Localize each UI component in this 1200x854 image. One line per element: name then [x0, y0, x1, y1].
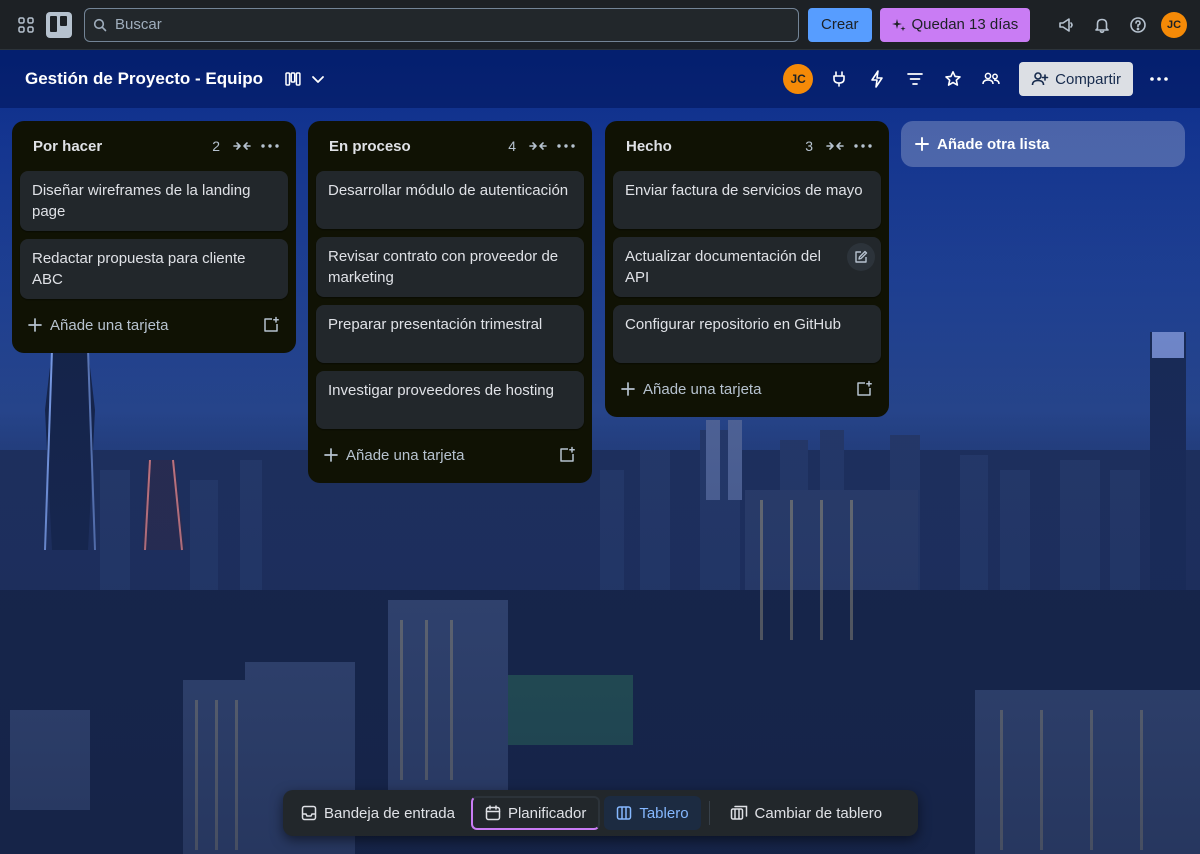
inbox-icon: [301, 805, 317, 821]
create-from-template-icon[interactable]: [262, 316, 280, 334]
share-label: Compartir: [1055, 70, 1121, 88]
filter-icon[interactable]: [899, 63, 931, 95]
share-button[interactable]: Compartir: [1019, 62, 1133, 96]
list-header: Por hacer 2: [20, 121, 288, 171]
card-hovered[interactable]: Actualizar documentación del API: [613, 237, 881, 297]
switch-board-label: Cambiar de tablero: [754, 804, 883, 822]
plus-icon: [915, 137, 929, 151]
board-member-avatar[interactable]: JC: [783, 64, 814, 94]
search-icon: [93, 18, 107, 31]
card[interactable]: Desarrollar módulo de autenticación: [316, 171, 584, 229]
board-view-icon: [285, 72, 301, 86]
create-from-template-icon[interactable]: [558, 446, 576, 464]
app-switcher-icon[interactable]: [10, 9, 42, 41]
board-tab[interactable]: Tablero: [604, 796, 701, 830]
calendar-icon: [485, 805, 501, 821]
add-list-label: Añade otra lista: [937, 135, 1050, 153]
add-person-icon: [1031, 72, 1049, 86]
board-icon: [617, 806, 632, 820]
list-actions-more-icon[interactable]: [552, 132, 580, 160]
add-card-button[interactable]: Añade una tarjeta: [20, 307, 288, 343]
trial-days-label: Quedan 13 días: [911, 16, 1019, 33]
inbox-tab[interactable]: Bandeja de entrada: [289, 796, 467, 830]
list-title[interactable]: Por hacer: [33, 138, 212, 155]
top-navigation-bar: Crear Quedan 13 días: [0, 0, 1200, 50]
add-card-button[interactable]: Añade una tarjeta: [613, 371, 881, 407]
plus-icon: [324, 448, 338, 462]
list-header: Hecho 3: [613, 121, 881, 171]
board-view-switcher[interactable]: [285, 72, 325, 86]
account-avatar[interactable]: JC: [1158, 9, 1190, 41]
visibility-members-icon[interactable]: [975, 63, 1007, 95]
add-card-label: Añade una tarjeta: [50, 316, 169, 334]
search-input[interactable]: [115, 16, 790, 33]
list-hecho: Hecho 3 Enviar factura de servicios de m…: [605, 121, 889, 417]
board-title[interactable]: Gestión de Proyecto - Equipo: [25, 69, 263, 89]
create-button[interactable]: Crear: [808, 7, 872, 42]
switcher-divider: [708, 801, 710, 825]
list-card-count: 3: [805, 138, 813, 154]
card[interactable]: Redactar propuesta para cliente ABC: [20, 239, 288, 299]
announcements-icon[interactable]: [1050, 9, 1082, 41]
add-card-label: Añade una tarjeta: [643, 380, 762, 398]
star-icon[interactable]: [937, 63, 969, 95]
automation-lightning-icon[interactable]: [861, 63, 893, 95]
sparkle-icon: [891, 18, 906, 31]
card[interactable]: Revisar contrato con proveedor de market…: [316, 237, 584, 297]
collapse-list-icon[interactable]: [821, 132, 849, 160]
list-header: En proceso 4: [316, 121, 584, 171]
notifications-bell-icon[interactable]: [1086, 9, 1118, 41]
bottom-view-switcher: Bandeja de entrada Planificador Tablero …: [283, 790, 918, 836]
add-card-button[interactable]: Añade una tarjeta: [316, 437, 584, 473]
search-box[interactable]: [84, 7, 799, 42]
list-por-hacer: Por hacer 2 Diseñar wireframes de la lan…: [12, 121, 296, 353]
card[interactable]: Preparar presentación trimestral: [316, 305, 584, 363]
plus-icon: [621, 382, 635, 396]
planner-label: Planificador: [507, 804, 587, 822]
avatar-initials: JC: [1161, 11, 1187, 38]
board-menu-more-icon[interactable]: [1143, 63, 1175, 95]
trello-logo-icon[interactable]: [46, 11, 72, 38]
card[interactable]: Investigar proveedores de hosting: [316, 371, 584, 429]
add-card-label: Añade una tarjeta: [346, 446, 465, 464]
card[interactable]: Diseñar wireframes de la landing page: [20, 171, 288, 231]
list-title[interactable]: Hecho: [626, 138, 805, 155]
card-title: Actualizar documentación del API: [625, 248, 821, 286]
list-actions-more-icon[interactable]: [256, 132, 284, 160]
card[interactable]: Configurar repositorio en GitHub: [613, 305, 881, 363]
trial-days-button[interactable]: Quedan 13 días: [879, 7, 1031, 42]
board-header: Gestión de Proyecto - Equipo JC Comparti…: [0, 50, 1200, 108]
help-icon[interactable]: [1122, 9, 1154, 41]
collapse-list-icon[interactable]: [524, 132, 552, 160]
plus-icon: [28, 318, 42, 332]
create-from-template-icon[interactable]: [855, 380, 873, 398]
power-ups-icon[interactable]: [823, 63, 855, 95]
edit-card-pencil-icon[interactable]: [847, 243, 875, 271]
list-actions-more-icon[interactable]: [849, 132, 877, 160]
switch-board-tab[interactable]: Cambiar de tablero: [718, 796, 895, 830]
list-card-count: 4: [508, 138, 516, 154]
chevron-down-icon: [312, 76, 324, 83]
board-label: Tablero: [639, 804, 689, 822]
inbox-label: Bandeja de entrada: [324, 804, 455, 822]
collapse-list-icon[interactable]: [228, 132, 256, 160]
list-en-proceso: En proceso 4 Desarrollar módulo de auten…: [308, 121, 592, 483]
add-another-list-button[interactable]: Añade otra lista: [901, 121, 1185, 167]
card[interactable]: Enviar factura de servicios de mayo: [613, 171, 881, 229]
planner-tab[interactable]: Planificador: [470, 796, 601, 830]
list-title[interactable]: En proceso: [329, 138, 508, 155]
list-card-count: 2: [212, 138, 220, 154]
switch-boards-icon: [730, 805, 747, 820]
